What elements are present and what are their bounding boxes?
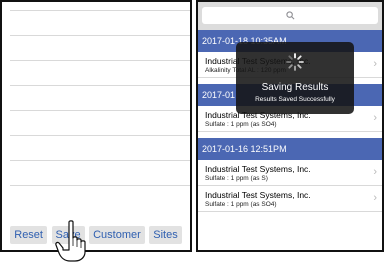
item-subtitle: Sulfate : 1 ppm (as SO4) <box>205 121 277 128</box>
bottom-toolbar: Reset Save Customer Sites <box>2 220 190 250</box>
chevron-right-icon: › <box>373 58 377 70</box>
list-item[interactable]: Industrial Test Systems, Inc. Sulfate : … <box>198 186 382 212</box>
saving-hud: Saving Results Results Saved Successfull… <box>236 42 354 114</box>
magnifier-icon <box>285 7 295 25</box>
activity-spinner-icon <box>285 42 305 77</box>
form-row[interactable] <box>10 36 190 61</box>
reset-button[interactable]: Reset <box>10 226 47 244</box>
form-row[interactable] <box>10 61 190 86</box>
hand-pointer-icon <box>55 220 86 262</box>
form-row[interactable] <box>10 2 190 11</box>
left-phone-screen: Reset Save Customer Sites <box>0 0 192 252</box>
item-subtitle: Sulfate : 1 ppm (as SO4) <box>205 201 277 208</box>
search-input[interactable] <box>202 7 378 24</box>
chevron-right-icon: › <box>373 166 377 178</box>
hud-message: Results Saved Successfully <box>255 96 335 103</box>
form-table <box>10 2 190 186</box>
form-row[interactable] <box>10 11 190 36</box>
item-title: Industrial Test Systems, Inc. <box>205 164 311 174</box>
form-row[interactable] <box>10 86 190 111</box>
hud-title: Saving Results <box>261 82 329 93</box>
sites-button[interactable]: Sites <box>149 226 182 244</box>
form-row[interactable] <box>10 111 190 136</box>
item-title: Industrial Test Systems, Inc. <box>205 190 311 200</box>
search-bar <box>198 2 382 30</box>
form-row[interactable] <box>10 136 190 161</box>
customer-button[interactable]: Customer <box>89 226 145 244</box>
form-row[interactable] <box>10 161 190 186</box>
right-phone-screen: 2017-01-18 10:35AM Industrial Test Syste… <box>196 0 384 252</box>
section-header-date: 2017-01-16 12:51PM <box>198 138 382 160</box>
list-item[interactable]: Industrial Test Systems, Inc. Sulfate : … <box>198 160 382 186</box>
chevron-right-icon: › <box>373 112 377 124</box>
item-subtitle: Sulfate : 1 ppm (as S) <box>205 175 268 182</box>
chevron-right-icon: › <box>373 192 377 204</box>
